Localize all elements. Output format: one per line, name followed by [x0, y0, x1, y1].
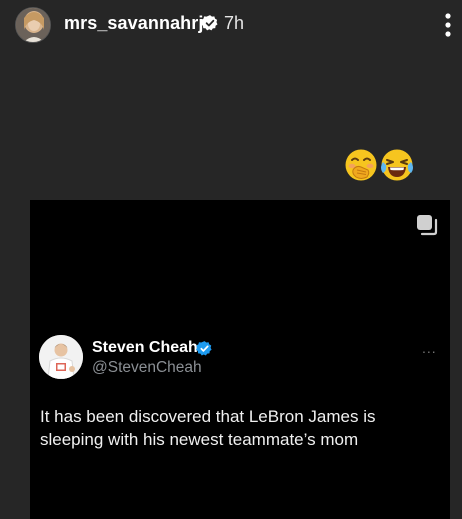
more-options-icon[interactable]: [444, 12, 452, 38]
story-timestamp: 7h: [224, 13, 245, 33]
tweet-author-handle[interactable]: @StevenCheah: [92, 359, 202, 377]
verified-badge-icon: [201, 15, 218, 31]
tweet-card[interactable]: Steven Cheah @StevenCheah ... It has bee…: [30, 200, 450, 519]
verified-badge-icon: [196, 341, 212, 356]
avatar-image: [16, 8, 50, 42]
story-viewer: mrs_savannahrj 7h Steven Cheah @StevenCh…: [0, 0, 462, 519]
profile-avatar[interactable]: [15, 7, 51, 43]
tweet-more-icon[interactable]: ...: [422, 340, 437, 356]
copy-icon[interactable]: [416, 214, 438, 236]
story-username[interactable]: mrs_savannahrj: [64, 13, 203, 34]
tweet-text: It has been discovered that LeBron James…: [40, 407, 376, 449]
tweet-author-name[interactable]: Steven Cheah: [92, 339, 198, 357]
avatar-image: [39, 335, 83, 379]
story-header: mrs_savannahrj 7h: [0, 0, 462, 48]
face-with-tears-of-joy-icon: [381, 149, 413, 181]
face-with-hand-over-mouth-icon: [345, 149, 377, 181]
tweet-author-avatar[interactable]: [39, 335, 83, 379]
